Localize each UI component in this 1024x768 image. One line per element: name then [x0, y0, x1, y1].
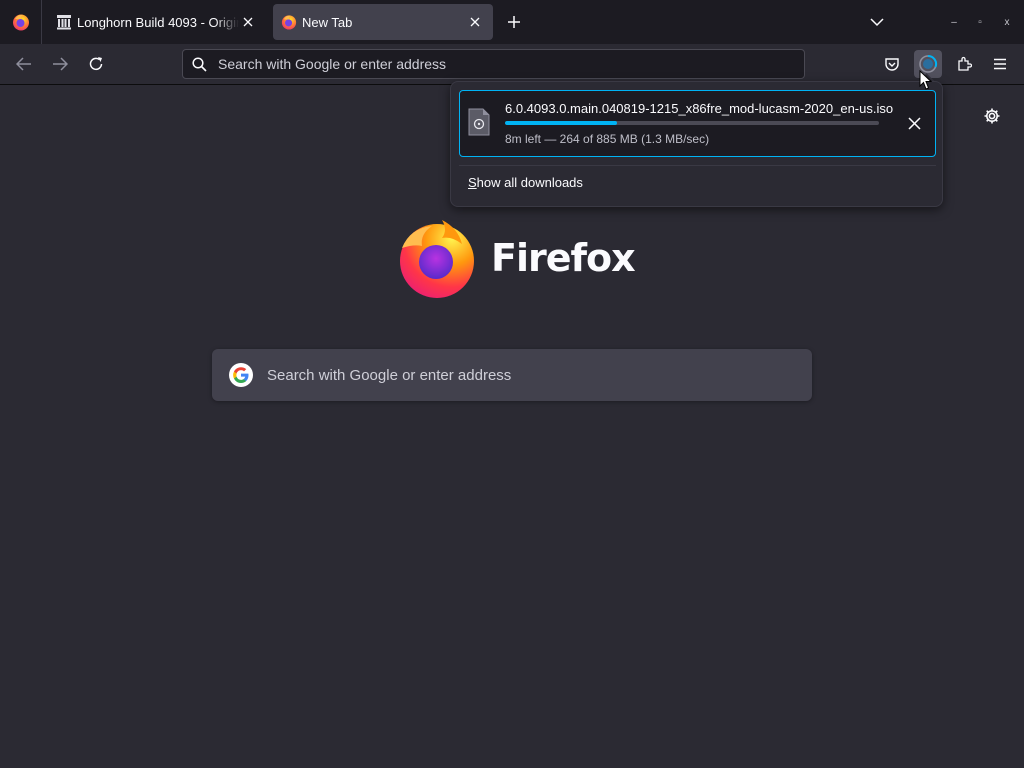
show-all-downloads-button[interactable]: Show all downloads [468, 175, 583, 190]
google-icon [229, 363, 253, 387]
navigation-toolbar [0, 44, 1024, 85]
tab-strip: Longhorn Build 4093 - Original Longhorn … [0, 0, 1024, 44]
search-icon [191, 56, 207, 72]
firefox-wordmark: Firefox [491, 236, 636, 280]
forward-arrow-icon [53, 57, 68, 71]
chevron-down-icon [870, 17, 884, 26]
tab-title: New Tab [302, 14, 353, 30]
address-bar[interactable] [182, 49, 805, 79]
reload-button[interactable] [82, 50, 110, 78]
museum-favicon [57, 15, 71, 30]
extensions-icon [958, 56, 972, 71]
newtab-search-input[interactable] [265, 365, 789, 385]
gear-icon [984, 108, 1000, 124]
personalize-button[interactable] [980, 104, 1004, 128]
forward-button[interactable] [46, 50, 74, 78]
pocket-button[interactable] [878, 50, 906, 78]
close-icon[interactable] [465, 12, 485, 32]
maximize-button[interactable]: ▫ [972, 14, 988, 30]
downloads-panel: 6.0.4093.0.main.040819-1215_x86fre_mod-l… [450, 81, 943, 207]
app-menu-button[interactable] [986, 50, 1014, 78]
back-button[interactable] [10, 50, 38, 78]
cursor-icon [919, 70, 933, 90]
new-tab-button[interactable] [502, 10, 526, 34]
address-input[interactable] [216, 55, 780, 73]
file-icon [468, 108, 490, 136]
tab-new-tab[interactable]: New Tab [273, 4, 493, 40]
extensions-button[interactable] [950, 50, 978, 78]
close-icon[interactable] [238, 12, 258, 32]
close-window-button[interactable]: x [999, 14, 1015, 30]
tab-title: Longhorn Build 4093 - Original Longhorn … [77, 14, 239, 30]
pocket-icon [885, 57, 899, 71]
plus-icon [508, 16, 520, 28]
firefox-logo [400, 220, 474, 298]
minimize-button[interactable]: – [946, 14, 962, 30]
download-progress-bar [505, 121, 879, 125]
download-filename: 6.0.4093.0.main.040819-1215_x86fre_mod-l… [505, 101, 894, 116]
list-all-tabs-button[interactable] [866, 12, 888, 32]
tab-longhorn[interactable]: Longhorn Build 4093 - Original Longhorn … [48, 4, 266, 40]
download-progress-fill [505, 121, 617, 125]
show-all-label-rest: how all downloads [476, 175, 583, 190]
download-item[interactable]: 6.0.4093.0.main.040819-1215_x86fre_mod-l… [459, 90, 936, 157]
firefox-icon [12, 14, 29, 31]
accesskey: S [468, 175, 477, 190]
divider [459, 165, 936, 166]
close-icon [907, 116, 921, 130]
download-status: 8m left — 264 of 885 MB (1.3 MB/sec) [505, 132, 710, 146]
hamburger-menu-icon [994, 58, 1006, 70]
back-arrow-icon [16, 57, 31, 71]
cancel-download-button[interactable] [902, 111, 926, 135]
firefox-view-button[interactable] [0, 0, 42, 44]
reload-icon [89, 57, 103, 71]
newtab-search-box[interactable] [212, 349, 812, 401]
firefox-favicon [281, 15, 297, 30]
